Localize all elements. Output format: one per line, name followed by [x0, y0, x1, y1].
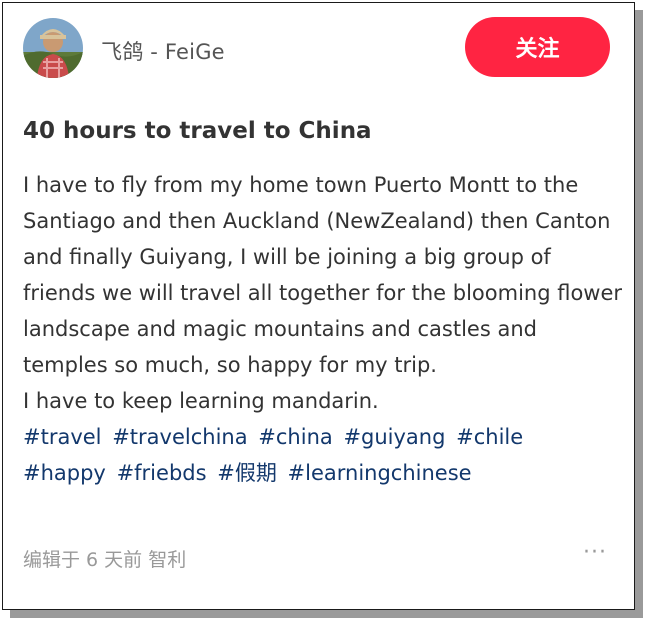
- hashtag-link[interactable]: #happy: [23, 461, 106, 485]
- hashtag-link[interactable]: #learningchinese: [288, 461, 472, 485]
- more-options-icon[interactable]: ···: [583, 540, 607, 565]
- hashtag-link[interactable]: #friebds: [117, 461, 207, 485]
- author-avatar[interactable]: [23, 18, 83, 78]
- hashtag-link[interactable]: #假期: [217, 461, 277, 485]
- post-title: 40 hours to travel to China: [23, 118, 372, 144]
- author-name[interactable]: 飞鸽 - FeiGe: [101, 36, 225, 66]
- hashtag-link[interactable]: #chile: [456, 425, 523, 449]
- post-card: 飞鸽 - FeiGe 关注 40 hours to travel to Chin…: [2, 2, 635, 610]
- hashtag-link[interactable]: #china: [258, 425, 332, 449]
- profile-photo-icon: [23, 18, 83, 78]
- post-body: I have to fly from my home town Puerto M…: [23, 167, 623, 491]
- hashtag-list: #travel #travelchina #china #guiyang #ch…: [23, 419, 623, 491]
- hashtag-link[interactable]: #travelchina: [112, 425, 247, 449]
- body-paragraph: I have to fly from my home town Puerto M…: [23, 173, 623, 377]
- body-paragraph: I have to keep learning mandarin.: [23, 389, 379, 413]
- hashtag-link[interactable]: #guiyang: [343, 425, 445, 449]
- hashtag-link[interactable]: #travel: [23, 425, 102, 449]
- follow-button[interactable]: 关注: [465, 17, 610, 77]
- post-meta: 编辑于 6 天前 智利: [23, 549, 187, 571]
